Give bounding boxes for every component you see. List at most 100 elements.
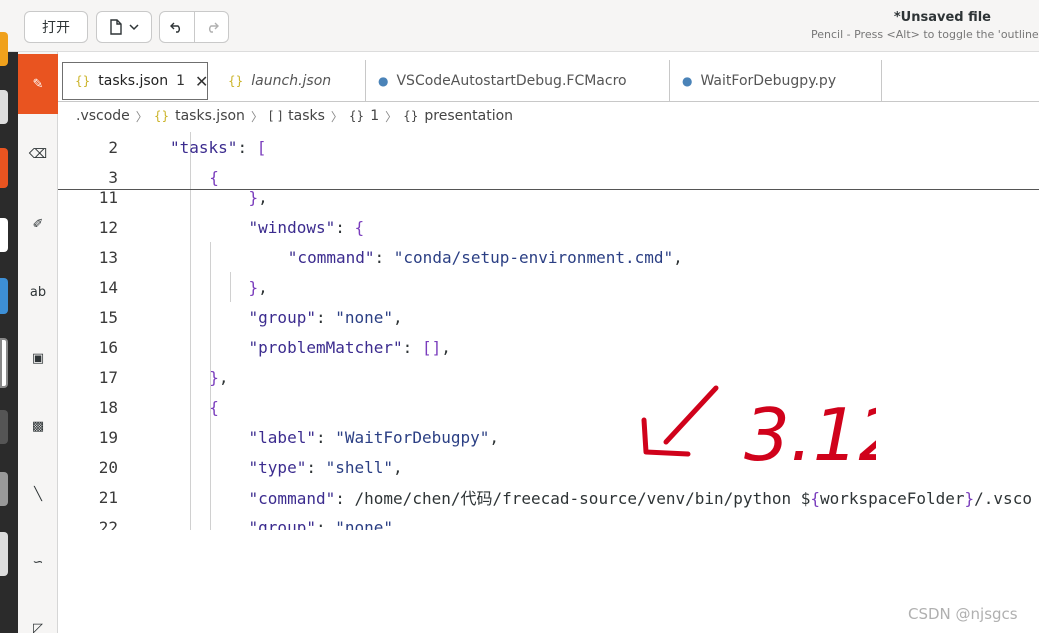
dock-app-icon[interactable] bbox=[0, 532, 8, 576]
code-line[interactable]: 2 "tasks": [ bbox=[58, 132, 1039, 162]
app-header: 打开 *Unsaved file Pencil - Press <Alt> to… bbox=[0, 0, 1039, 52]
code-line[interactable]: 12 "windows": { bbox=[58, 212, 1039, 242]
breadcrumb-file[interactable]: tasks.json bbox=[175, 108, 245, 124]
highlighter-icon[interactable]: ✐ bbox=[22, 208, 54, 240]
line-number: 19 bbox=[98, 427, 118, 447]
dock-app-icon[interactable] bbox=[0, 410, 8, 444]
code-view[interactable]: 2 "tasks": [3 {11 }, 12 "windows": {13 "co… bbox=[58, 132, 1039, 537]
python-file-icon: ● bbox=[682, 74, 693, 88]
watermark: CSDN @njsgcs bbox=[908, 605, 1018, 623]
eraser-icon[interactable]: ⌫ bbox=[22, 138, 54, 170]
dock-app-icon[interactable] bbox=[0, 90, 8, 124]
code-text: "windows": { bbox=[248, 217, 365, 237]
chevron-right-icon: 〉 bbox=[250, 109, 263, 124]
line-number: 17 bbox=[98, 367, 118, 387]
handwritten-annotation: 3.12 bbox=[641, 385, 876, 477]
chevron-right-icon: 〉 bbox=[330, 109, 343, 124]
breadcrumb-presentation[interactable]: presentation bbox=[424, 108, 513, 124]
chevron-right-icon: 〉 bbox=[135, 109, 148, 124]
dock-app-icon[interactable] bbox=[0, 278, 8, 314]
new-document-icon bbox=[110, 19, 122, 35]
dock-app-icon[interactable] bbox=[0, 338, 8, 388]
tab-tasks-json[interactable]: {} tasks.json 1 ✕ bbox=[62, 62, 208, 100]
json-file-icon: {} bbox=[75, 74, 91, 88]
tab-launch-json[interactable]: {} launch.json bbox=[216, 60, 366, 102]
code-line[interactable]: 15 "group": "none", bbox=[58, 302, 1039, 332]
code-editor: {} tasks.json 1 ✕ {} launch.json ● VSCod… bbox=[58, 52, 1039, 633]
undo-icon bbox=[170, 22, 180, 33]
pencil-toolbar: ✎ ⌫ ✐ ab ▣ ▩ ╲ ∽ ◸ bbox=[18, 52, 58, 633]
pencil-icon[interactable]: ✎ bbox=[18, 54, 58, 114]
close-icon[interactable]: ✕ bbox=[195, 72, 208, 91]
code-text: "label": "WaitForDebugpy", bbox=[248, 427, 500, 447]
editor-blank-area bbox=[58, 530, 1039, 633]
code-line[interactable]: 16 "problemMatcher": [], bbox=[58, 332, 1039, 362]
line-tool-icon[interactable]: ╲ bbox=[22, 478, 54, 510]
redo-icon bbox=[208, 22, 219, 33]
redo-button[interactable] bbox=[194, 11, 229, 43]
dock-app-icon[interactable] bbox=[0, 218, 8, 252]
code-text: }, bbox=[248, 187, 268, 207]
breadcrumb-tasks[interactable]: tasks bbox=[288, 108, 325, 124]
breadcrumb-folder[interactable]: .vscode bbox=[76, 108, 130, 124]
line-number: 14 bbox=[98, 277, 118, 297]
dock-app-icon[interactable] bbox=[0, 32, 8, 66]
code-line[interactable]: 21 "command": /home/chen/代码/freecad-sour… bbox=[58, 482, 1039, 512]
code-text: "command": "conda/setup-environment.cmd"… bbox=[287, 247, 683, 267]
json-file-icon: {} bbox=[228, 74, 244, 88]
tab-vscode-autostart-macro[interactable]: ● VSCodeAutostartDebug.FCMacro bbox=[366, 60, 670, 102]
line-number: 12 bbox=[98, 217, 118, 237]
code-line[interactable]: 11 }, bbox=[58, 182, 1039, 212]
code-line[interactable]: 20 "type": "shell", bbox=[58, 452, 1039, 482]
tab-label: VSCodeAutostartDebug.FCMacro bbox=[396, 73, 627, 89]
rectangle-tool-icon[interactable]: ▣ bbox=[22, 342, 54, 374]
dock-app-icon[interactable] bbox=[0, 472, 8, 506]
dock-strip bbox=[0, 32, 18, 633]
line-number: 21 bbox=[98, 487, 118, 507]
tab-wait-for-debugpy[interactable]: ● WaitForDebugpy.py bbox=[670, 60, 882, 102]
code-text: { bbox=[209, 397, 219, 417]
breadcrumb: .vscode 〉 {} tasks.json 〉 [ ] tasks 〉 {}… bbox=[76, 106, 513, 126]
code-text: "tasks": [ bbox=[170, 137, 267, 157]
code-line[interactable]: 14 }, bbox=[58, 272, 1039, 302]
curve-tool-icon[interactable]: ∽ bbox=[22, 546, 54, 578]
dock-app-icon[interactable] bbox=[0, 148, 8, 188]
tab-label: WaitForDebugpy.py bbox=[700, 73, 837, 89]
object-icon: {} bbox=[403, 109, 419, 123]
python-file-icon: ● bbox=[378, 74, 389, 88]
code-line[interactable]: 18 { bbox=[58, 392, 1039, 422]
annotation-text: 3.12 bbox=[744, 393, 876, 477]
open-button[interactable]: 打开 bbox=[24, 11, 88, 43]
code-line[interactable]: 17 }, bbox=[58, 362, 1039, 392]
undo-button[interactable] bbox=[159, 11, 195, 43]
chevron-down-icon bbox=[129, 24, 139, 31]
code-line[interactable]: 13 "command": "conda/setup-environment.c… bbox=[58, 242, 1039, 272]
filled-rect-icon[interactable]: ▩ bbox=[22, 410, 54, 442]
free-shape-icon[interactable]: ◸ bbox=[22, 612, 54, 633]
line-number: 13 bbox=[98, 247, 118, 267]
line-number: 18 bbox=[98, 397, 118, 417]
open-button-label: 打开 bbox=[42, 20, 70, 36]
window-subtitle: Pencil - Press <Alt> to toggle the 'outl… bbox=[811, 28, 1039, 41]
array-icon: [ ] bbox=[268, 109, 283, 123]
code-text: "group": "none", bbox=[248, 307, 403, 327]
breadcrumb-index[interactable]: 1 bbox=[370, 108, 379, 124]
line-number: 2 bbox=[108, 137, 118, 157]
code-text: }, bbox=[248, 277, 268, 297]
line-number: 15 bbox=[98, 307, 118, 327]
line-number: 20 bbox=[98, 457, 118, 477]
new-document-button[interactable] bbox=[96, 11, 152, 43]
editor-tabbar: {} tasks.json 1 ✕ {} launch.json ● VSCod… bbox=[58, 60, 1039, 102]
text-tool-icon[interactable]: ab bbox=[22, 276, 54, 308]
code-text: }, bbox=[209, 367, 229, 387]
code-text: "type": "shell", bbox=[248, 457, 403, 477]
object-icon: {} bbox=[348, 109, 365, 123]
tab-label: launch.json bbox=[251, 73, 332, 89]
problem-count-badge: 1 bbox=[176, 73, 186, 89]
code-text: "problemMatcher": [], bbox=[248, 337, 451, 357]
tab-label: tasks.json bbox=[98, 73, 169, 89]
line-number: 16 bbox=[98, 337, 118, 357]
line-number: 11 bbox=[98, 187, 118, 207]
code-line[interactable]: 19 "label": "WaitForDebugpy", bbox=[58, 422, 1039, 452]
code-text: "command": /home/chen/代码/freecad-source/… bbox=[248, 489, 1032, 508]
